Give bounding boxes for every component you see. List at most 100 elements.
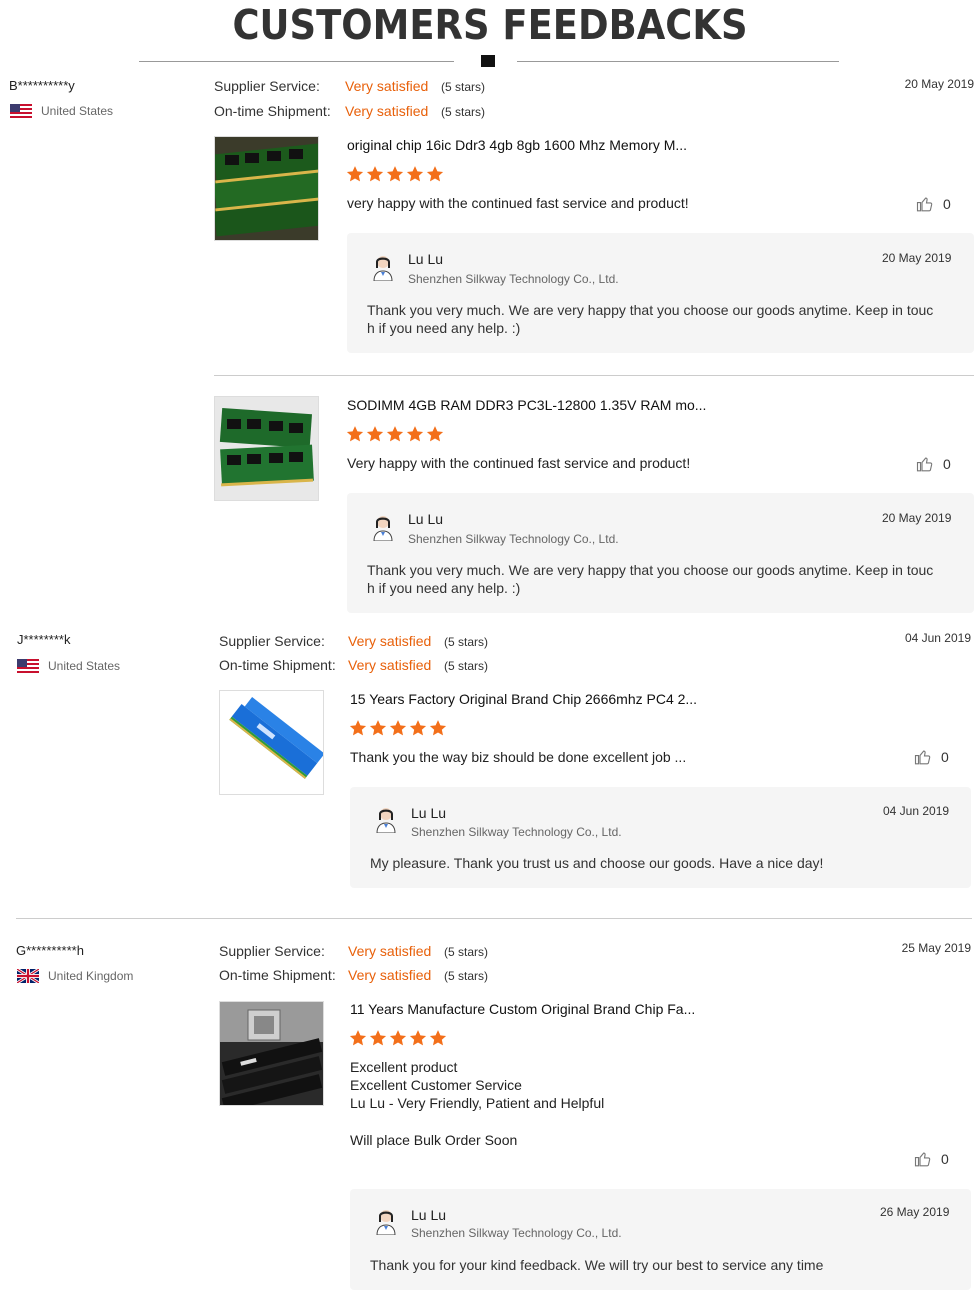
- thumbs-up-icon: [916, 197, 933, 212]
- review-text-line: Excellent product: [350, 1059, 458, 1075]
- blue-heatsink-ram-image[interactable]: [219, 690, 324, 795]
- star-icon: [429, 1030, 447, 1046]
- reviewer-country: United States: [17, 659, 120, 673]
- review-text-line: Excellent Customer Service: [350, 1077, 522, 1093]
- uk-flag-icon: [17, 969, 39, 983]
- shipment-stars: (5 stars): [441, 105, 486, 119]
- title-divider-right: [517, 61, 839, 62]
- product-title[interactable]: SODIMM 4GB RAM DDR3 PC3L-12800 1.35V RAM…: [347, 397, 706, 413]
- shipment-value: Very satisfied: [345, 103, 429, 119]
- seller-avatar: [376, 1210, 396, 1235]
- us-flag-icon: [10, 104, 32, 118]
- rating-stars: [346, 425, 444, 443]
- reviewer-name: B**********y: [9, 78, 75, 93]
- reply-text-line: Thank you very much. We are very happy t…: [367, 562, 934, 578]
- star-icon: [406, 426, 424, 442]
- shipment-label: On-time Shipment:: [214, 103, 331, 119]
- green-desktop-ram-image[interactable]: [214, 136, 319, 241]
- supplier-service-value: Very satisfied: [345, 78, 429, 94]
- supplier-service-label: Supplier Service:: [214, 78, 320, 94]
- green-laptop-ram-image[interactable]: [214, 396, 319, 501]
- reply-text-line: My pleasure. Thank you trust us and choo…: [370, 855, 824, 871]
- seller-avatar: [373, 256, 393, 281]
- seller-reply: Lu Lu Shenzhen Silkway Technology Co., L…: [350, 1189, 971, 1290]
- reviewer-name: J********k: [17, 632, 71, 647]
- star-icon: [409, 720, 427, 736]
- reply-company: Shenzhen Silkway Technology Co., Ltd.: [411, 1226, 622, 1240]
- country-label: United States: [41, 104, 114, 118]
- shipment-label: On-time Shipment:: [219, 657, 336, 673]
- title-divider-left: [139, 61, 454, 62]
- product-divider: [214, 375, 974, 376]
- like-count: 0: [941, 749, 949, 765]
- reply-author: Lu Lu: [411, 805, 447, 821]
- star-icon: [349, 1030, 367, 1046]
- title-divider-mark: [481, 55, 495, 67]
- star-icon: [349, 720, 367, 736]
- star-icon: [409, 1030, 427, 1046]
- reply-date: 20 May 2019: [882, 251, 952, 265]
- star-icon: [346, 166, 364, 182]
- supplier-service-stars: (5 stars): [441, 80, 486, 94]
- reply-text-line: h if you need any help. :): [367, 580, 521, 596]
- star-icon: [426, 166, 444, 182]
- like-button[interactable]: 0: [916, 455, 951, 473]
- star-icon: [389, 720, 407, 736]
- reply-company: Shenzhen Silkway Technology Co., Ltd.: [408, 272, 619, 286]
- shipment-value: Very satisfied: [348, 657, 432, 673]
- thumbs-up-icon: [914, 1152, 931, 1167]
- reply-date: 26 May 2019: [880, 1205, 950, 1219]
- page-title: CUSTOMERS FEEDBACKS: [232, 1, 748, 49]
- supplier-service-value: Very satisfied: [348, 633, 432, 649]
- shipment-stars: (5 stars): [444, 969, 489, 983]
- shipment-stars: (5 stars): [444, 659, 489, 673]
- seller-reply: Lu Lu Shenzhen Silkway Technology Co., L…: [347, 233, 974, 353]
- reply-text-line: h if you need any help. :): [367, 320, 521, 336]
- reply-text-line: Thank you for your kind feedback. We wil…: [370, 1257, 824, 1273]
- star-icon: [369, 1030, 387, 1046]
- review-text: Thank you the way biz should be done exc…: [350, 749, 687, 765]
- review-text: Very happy with the continued fast servi…: [347, 455, 691, 471]
- black-ram-motherboard-image[interactable]: [219, 1001, 324, 1106]
- star-icon: [346, 426, 364, 442]
- thumbs-up-icon: [914, 750, 931, 765]
- reply-author: Lu Lu: [411, 1207, 447, 1223]
- star-icon: [369, 720, 387, 736]
- review-divider: [16, 918, 972, 919]
- like-button[interactable]: 0: [916, 195, 951, 213]
- star-icon: [366, 426, 384, 442]
- country-label: United Kingdom: [48, 969, 134, 983]
- like-count: 0: [943, 196, 951, 212]
- product-title[interactable]: original chip 16ic Ddr3 4gb 8gb 1600 Mhz…: [347, 137, 687, 153]
- seller-reply: Lu Lu Shenzhen Silkway Technology Co., L…: [347, 493, 974, 613]
- shipment-label: On-time Shipment:: [219, 967, 336, 983]
- star-icon: [386, 166, 404, 182]
- review-date: 20 May 2019: [904, 77, 974, 91]
- star-icon: [426, 426, 444, 442]
- supplier-service-label: Supplier Service:: [219, 943, 325, 959]
- supplier-service-value: Very satisfied: [348, 943, 432, 959]
- like-button[interactable]: 0: [914, 1150, 949, 1168]
- supplier-service-stars: (5 stars): [444, 635, 489, 649]
- seller-reply: Lu Lu Shenzhen Silkway Technology Co., L…: [350, 787, 971, 888]
- supplier-service-label: Supplier Service:: [219, 633, 325, 649]
- review-text: very happy with the continued fast servi…: [347, 195, 689, 211]
- seller-avatar: [376, 808, 396, 833]
- reviewer-country: United States: [10, 104, 113, 118]
- like-count: 0: [943, 456, 951, 472]
- rating-stars: [349, 1029, 447, 1047]
- star-icon: [386, 426, 404, 442]
- product-title[interactable]: 15 Years Factory Original Brand Chip 266…: [350, 691, 697, 707]
- seller-avatar: [373, 516, 393, 541]
- reply-date: 04 Jun 2019: [883, 804, 950, 818]
- like-button[interactable]: 0: [914, 748, 949, 766]
- review-date: 04 Jun 2019: [904, 631, 971, 645]
- reply-company: Shenzhen Silkway Technology Co., Ltd.: [411, 825, 622, 839]
- review-text-line: Lu Lu - Very Friendly, Patient and Helpf…: [350, 1095, 605, 1111]
- review-date: 25 May 2019: [901, 941, 971, 955]
- us-flag-icon: [17, 659, 39, 673]
- shipment-value: Very satisfied: [348, 967, 432, 983]
- star-icon: [429, 720, 447, 736]
- reply-author: Lu Lu: [408, 251, 444, 267]
- product-title[interactable]: 11 Years Manufacture Custom Original Bra…: [350, 1001, 695, 1017]
